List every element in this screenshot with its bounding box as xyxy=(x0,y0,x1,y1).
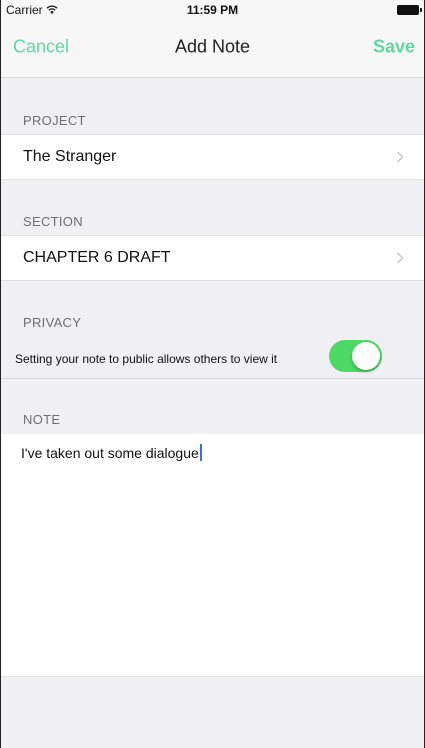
project-section-header: PROJECT xyxy=(23,113,86,128)
divider xyxy=(1,378,424,379)
status-time: 11:59 PM xyxy=(186,3,239,17)
save-button[interactable]: Save xyxy=(373,37,415,58)
text-cursor xyxy=(199,444,202,461)
battery-icon xyxy=(397,5,422,15)
navigation-bar: Cancel Add Note Save xyxy=(1,20,424,78)
chevron-right-icon xyxy=(396,151,404,163)
privacy-toggle[interactable] xyxy=(329,340,382,372)
privacy-section-header: PRIVACY xyxy=(23,315,82,330)
note-section-header: NOTE xyxy=(23,412,61,427)
note-text-area[interactable]: I've taken out some dialogue xyxy=(1,434,424,677)
chevron-right-icon xyxy=(396,252,404,264)
section-value: CHAPTER 6 DRAFT xyxy=(23,249,171,266)
status-bar: Carrier 11:59 PM xyxy=(1,0,424,20)
note-text: I've taken out some dialogue xyxy=(21,445,199,461)
section-section-header: SECTION xyxy=(23,214,83,229)
project-cell[interactable]: The Stranger xyxy=(1,134,424,180)
project-value: The Stranger xyxy=(23,148,117,165)
page-title: Add Note xyxy=(174,36,251,57)
toggle-knob xyxy=(352,342,380,370)
add-note-screen: Carrier 11:59 PM Cancel Add Note Save PR… xyxy=(0,0,425,748)
privacy-description: Setting your note to public allows other… xyxy=(15,352,278,366)
note-text-content: I've taken out some dialogue xyxy=(21,444,202,461)
section-cell[interactable]: CHAPTER 6 DRAFT xyxy=(1,235,424,281)
